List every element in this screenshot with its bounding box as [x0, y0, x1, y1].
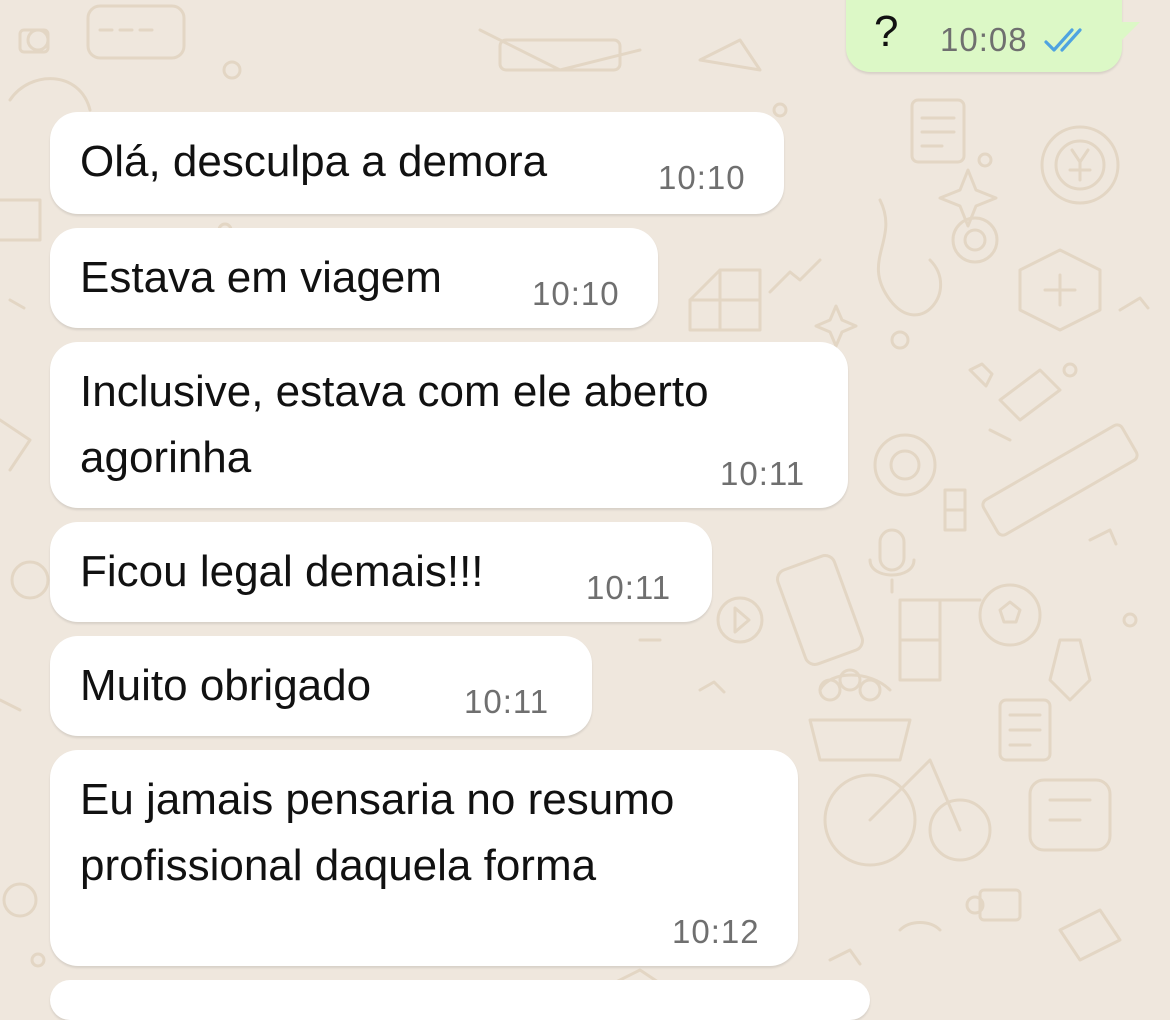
outgoing-message-text: ? — [874, 7, 899, 56]
message-time: 10:10 — [532, 275, 620, 312]
incoming-message-bubble[interactable]: Muito obrigado 10:11 — [50, 636, 592, 736]
message-time: 10:11 — [720, 455, 806, 492]
incoming-message-bubble-partial[interactable] — [50, 980, 870, 1020]
message-time: 10:11 — [464, 683, 550, 720]
incoming-message-bubble[interactable]: Inclusive, estava com ele aberto agorinh… — [50, 342, 848, 508]
message-text: Olá, desculpa a demora — [80, 137, 548, 186]
outgoing-message-time: 10:08 — [940, 21, 1028, 58]
outgoing-bubble-tail — [1106, 22, 1140, 56]
message-text: Ficou legal demais!!! — [80, 547, 484, 596]
message-text-line-1: Eu jamais pensaria no resumo — [80, 775, 675, 824]
message-text-line-1: Inclusive, estava com ele aberto — [80, 367, 709, 416]
message-text-line-2: agorinha — [80, 433, 252, 482]
outgoing-message-bubble[interactable]: ? 10:08 — [846, 0, 1140, 72]
incoming-message-bubble[interactable]: Estava em viagem 10:10 — [50, 228, 658, 328]
double-check-read-icon — [1044, 28, 1082, 52]
incoming-message-bubble[interactable]: Olá, desculpa a demora 10:10 — [50, 112, 784, 214]
incoming-message-bubble[interactable]: Eu jamais pensaria no resumo profissiona… — [50, 750, 798, 966]
incoming-message-bubble[interactable]: Ficou legal demais!!! 10:11 — [50, 522, 712, 622]
message-time: 10:10 — [658, 159, 746, 196]
message-text: Estava em viagem — [80, 253, 442, 302]
message-text: Muito obrigado — [80, 661, 372, 710]
message-time: 10:11 — [586, 569, 672, 606]
message-text-line-2: profissional daquela forma — [80, 841, 597, 890]
message-time: 10:12 — [672, 913, 760, 950]
